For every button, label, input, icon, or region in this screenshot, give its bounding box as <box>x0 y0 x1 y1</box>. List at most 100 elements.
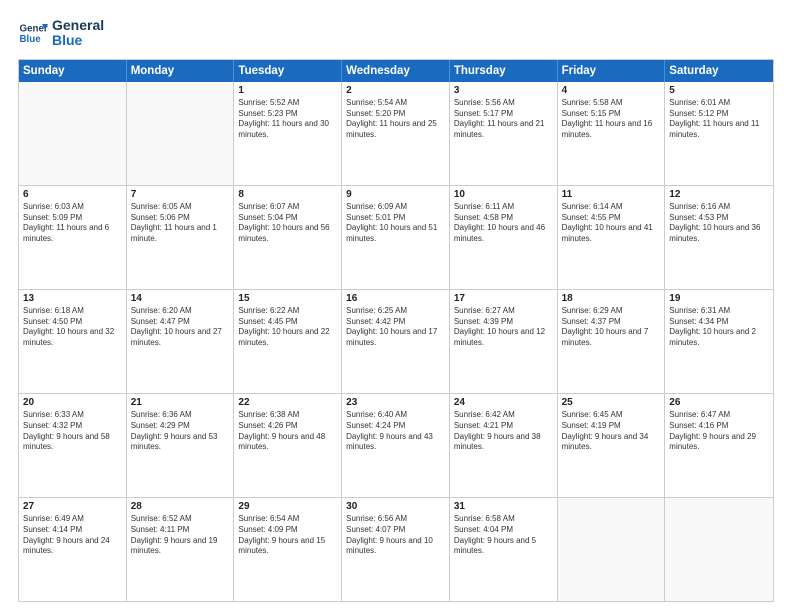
calendar-cell <box>127 82 235 185</box>
day-number: 18 <box>562 293 661 304</box>
cell-info: Sunrise: 6:11 AMSunset: 4:58 PMDaylight:… <box>454 202 553 245</box>
day-number: 14 <box>131 293 230 304</box>
calendar-body: 1Sunrise: 5:52 AMSunset: 5:23 PMDaylight… <box>19 82 773 601</box>
calendar-week-row: 13 Sunrise: 6:18 AMSunset: 4:50 PMDayligh… <box>19 290 773 394</box>
calendar-header: SundayMondayTuesdayWednesdayThursdayFrid… <box>19 60 773 82</box>
day-number: 21 <box>131 397 230 408</box>
cell-info: Sunrise: 6:29 AMSunset: 4:37 PMDaylight:… <box>562 306 661 349</box>
calendar-cell: 26Sunrise: 6:47 AMSunset: 4:16 PMDayligh… <box>665 394 773 497</box>
day-number: 31 <box>454 501 553 512</box>
calendar-cell: 4 Sunrise: 5:58 AMSunset: 5:15 PMDaylight… <box>558 82 666 185</box>
calendar-cell <box>558 498 666 601</box>
calendar-cell: 6 Sunrise: 6:03 AMSunset: 5:09 PMDaylight… <box>19 186 127 289</box>
calendar-cell: 16 Sunrise: 6:25 AMSunset: 4:42 PMDayligh… <box>342 290 450 393</box>
cell-info: Sunrise: 6:40 AMSunset: 4:24 PMDaylight:… <box>346 410 445 453</box>
logo-icon: General Blue <box>18 18 48 48</box>
logo-text-general: General <box>52 18 104 33</box>
calendar-cell: 21 Sunrise: 6:36 AMSunset: 4:29 PMDayligh… <box>127 394 235 497</box>
day-number: 7 <box>131 189 230 200</box>
calendar-cell: 23 Sunrise: 6:40 AMSunset: 4:24 PMDayligh… <box>342 394 450 497</box>
calendar-cell: 24 Sunrise: 6:42 AMSunset: 4:21 PMDayligh… <box>450 394 558 497</box>
calendar-cell: 7 Sunrise: 6:05 AMSunset: 5:06 PMDaylight… <box>127 186 235 289</box>
day-number: 3 <box>454 85 553 96</box>
cell-info: Sunrise: 6:36 AMSunset: 4:29 PMDaylight:… <box>131 410 230 453</box>
calendar-cell: 11 Sunrise: 6:14 AMSunset: 4:55 PMDayligh… <box>558 186 666 289</box>
day-number: 25 <box>562 397 661 408</box>
day-number: 19 <box>669 293 769 304</box>
calendar-cell: 18 Sunrise: 6:29 AMSunset: 4:37 PMDayligh… <box>558 290 666 393</box>
day-number: 5 <box>669 85 769 96</box>
calendar-week-row: 27Sunrise: 6:49 AMSunset: 4:14 PMDayligh… <box>19 498 773 601</box>
day-number: 4 <box>562 85 661 96</box>
calendar-week-row: 20Sunrise: 6:33 AMSunset: 4:32 PMDayligh… <box>19 394 773 498</box>
calendar-day-header: Friday <box>558 60 666 82</box>
day-number: 30 <box>346 501 445 512</box>
calendar-cell: 30 Sunrise: 6:56 AMSunset: 4:07 PMDayligh… <box>342 498 450 601</box>
cell-info: Sunrise: 6:49 AMSunset: 4:14 PMDaylight:… <box>23 514 122 557</box>
day-number: 22 <box>238 397 337 408</box>
cell-info: Sunrise: 6:56 AMSunset: 4:07 PMDaylight:… <box>346 514 445 557</box>
svg-text:Blue: Blue <box>20 34 42 45</box>
day-number: 12 <box>669 189 769 200</box>
day-number: 24 <box>454 397 553 408</box>
header: General Blue General Blue <box>18 18 774 49</box>
cell-info: Sunrise: 6:16 AMSunset: 4:53 PMDaylight:… <box>669 202 769 245</box>
day-number: 11 <box>562 189 661 200</box>
day-number: 20 <box>23 397 122 408</box>
calendar-day-header: Wednesday <box>342 60 450 82</box>
day-number: 9 <box>346 189 445 200</box>
cell-info: Sunrise: 6:42 AMSunset: 4:21 PMDaylight:… <box>454 410 553 453</box>
calendar-day-header: Tuesday <box>234 60 342 82</box>
day-number: 15 <box>238 293 337 304</box>
calendar-cell: 5 Sunrise: 6:01 AMSunset: 5:12 PMDaylight… <box>665 82 773 185</box>
cell-info: Sunrise: 5:54 AMSunset: 5:20 PMDaylight:… <box>346 98 445 141</box>
calendar-cell: 9 Sunrise: 6:09 AMSunset: 5:01 PMDaylight… <box>342 186 450 289</box>
cell-info: Sunrise: 6:14 AMSunset: 4:55 PMDaylight:… <box>562 202 661 245</box>
logo: General Blue General Blue <box>18 18 104 49</box>
day-number: 26 <box>669 397 769 408</box>
day-number: 6 <box>23 189 122 200</box>
day-number: 16 <box>346 293 445 304</box>
calendar-cell <box>19 82 127 185</box>
day-number: 23 <box>346 397 445 408</box>
cell-info: Sunrise: 6:27 AMSunset: 4:39 PMDaylight:… <box>454 306 553 349</box>
calendar-cell: 17 Sunrise: 6:27 AMSunset: 4:39 PMDayligh… <box>450 290 558 393</box>
calendar-day-header: Thursday <box>450 60 558 82</box>
logo-text-blue: Blue <box>52 33 104 48</box>
day-number: 8 <box>238 189 337 200</box>
cell-info: Sunrise: 6:05 AMSunset: 5:06 PMDaylight:… <box>131 202 230 245</box>
cell-info: Sunrise: 6:22 AMSunset: 4:45 PMDaylight:… <box>238 306 337 349</box>
calendar-cell: 12 Sunrise: 6:16 AMSunset: 4:53 PMDayligh… <box>665 186 773 289</box>
cell-info: Sunrise: 5:56 AMSunset: 5:17 PMDaylight:… <box>454 98 553 141</box>
cell-info: Sunrise: 5:58 AMSunset: 5:15 PMDaylight:… <box>562 98 661 141</box>
calendar-cell: 13 Sunrise: 6:18 AMSunset: 4:50 PMDayligh… <box>19 290 127 393</box>
calendar-cell: 28 Sunrise: 6:52 AMSunset: 4:11 PMDayligh… <box>127 498 235 601</box>
cell-info: Sunrise: 6:31 AMSunset: 4:34 PMDaylight:… <box>669 306 769 349</box>
cell-info: Sunrise: 6:38 AMSunset: 4:26 PMDaylight:… <box>238 410 337 453</box>
calendar-cell: 22 Sunrise: 6:38 AMSunset: 4:26 PMDayligh… <box>234 394 342 497</box>
cell-info: Sunrise: 6:58 AMSunset: 4:04 PMDaylight:… <box>454 514 553 557</box>
cell-info: Sunrise: 6:18 AMSunset: 4:50 PMDaylight:… <box>23 306 122 349</box>
cell-info: Sunrise: 5:52 AMSunset: 5:23 PMDaylight:… <box>238 98 337 141</box>
calendar-day-header: Sunday <box>19 60 127 82</box>
day-number: 29 <box>238 501 337 512</box>
day-number: 13 <box>23 293 122 304</box>
calendar-cell: 29Sunrise: 6:54 AMSunset: 4:09 PMDayligh… <box>234 498 342 601</box>
cell-info: Sunrise: 6:07 AMSunset: 5:04 PMDaylight:… <box>238 202 337 245</box>
cell-info: Sunrise: 6:03 AMSunset: 5:09 PMDaylight:… <box>23 202 122 245</box>
calendar-cell: 20Sunrise: 6:33 AMSunset: 4:32 PMDayligh… <box>19 394 127 497</box>
cell-info: Sunrise: 6:52 AMSunset: 4:11 PMDaylight:… <box>131 514 230 557</box>
calendar-cell: 25 Sunrise: 6:45 AMSunset: 4:19 PMDayligh… <box>558 394 666 497</box>
cell-info: Sunrise: 6:01 AMSunset: 5:12 PMDaylight:… <box>669 98 769 141</box>
day-number: 17 <box>454 293 553 304</box>
calendar-cell: 14Sunrise: 6:20 AMSunset: 4:47 PMDayligh… <box>127 290 235 393</box>
calendar-week-row: 1Sunrise: 5:52 AMSunset: 5:23 PMDaylight… <box>19 82 773 186</box>
page: General Blue General Blue SundayMondayTu… <box>0 0 792 612</box>
cell-info: Sunrise: 6:45 AMSunset: 4:19 PMDaylight:… <box>562 410 661 453</box>
calendar-day-header: Monday <box>127 60 235 82</box>
day-number: 28 <box>131 501 230 512</box>
cell-info: Sunrise: 6:25 AMSunset: 4:42 PMDaylight:… <box>346 306 445 349</box>
calendar-cell: 8 Sunrise: 6:07 AMSunset: 5:04 PMDaylight… <box>234 186 342 289</box>
cell-info: Sunrise: 6:09 AMSunset: 5:01 PMDaylight:… <box>346 202 445 245</box>
calendar-day-header: Saturday <box>665 60 773 82</box>
